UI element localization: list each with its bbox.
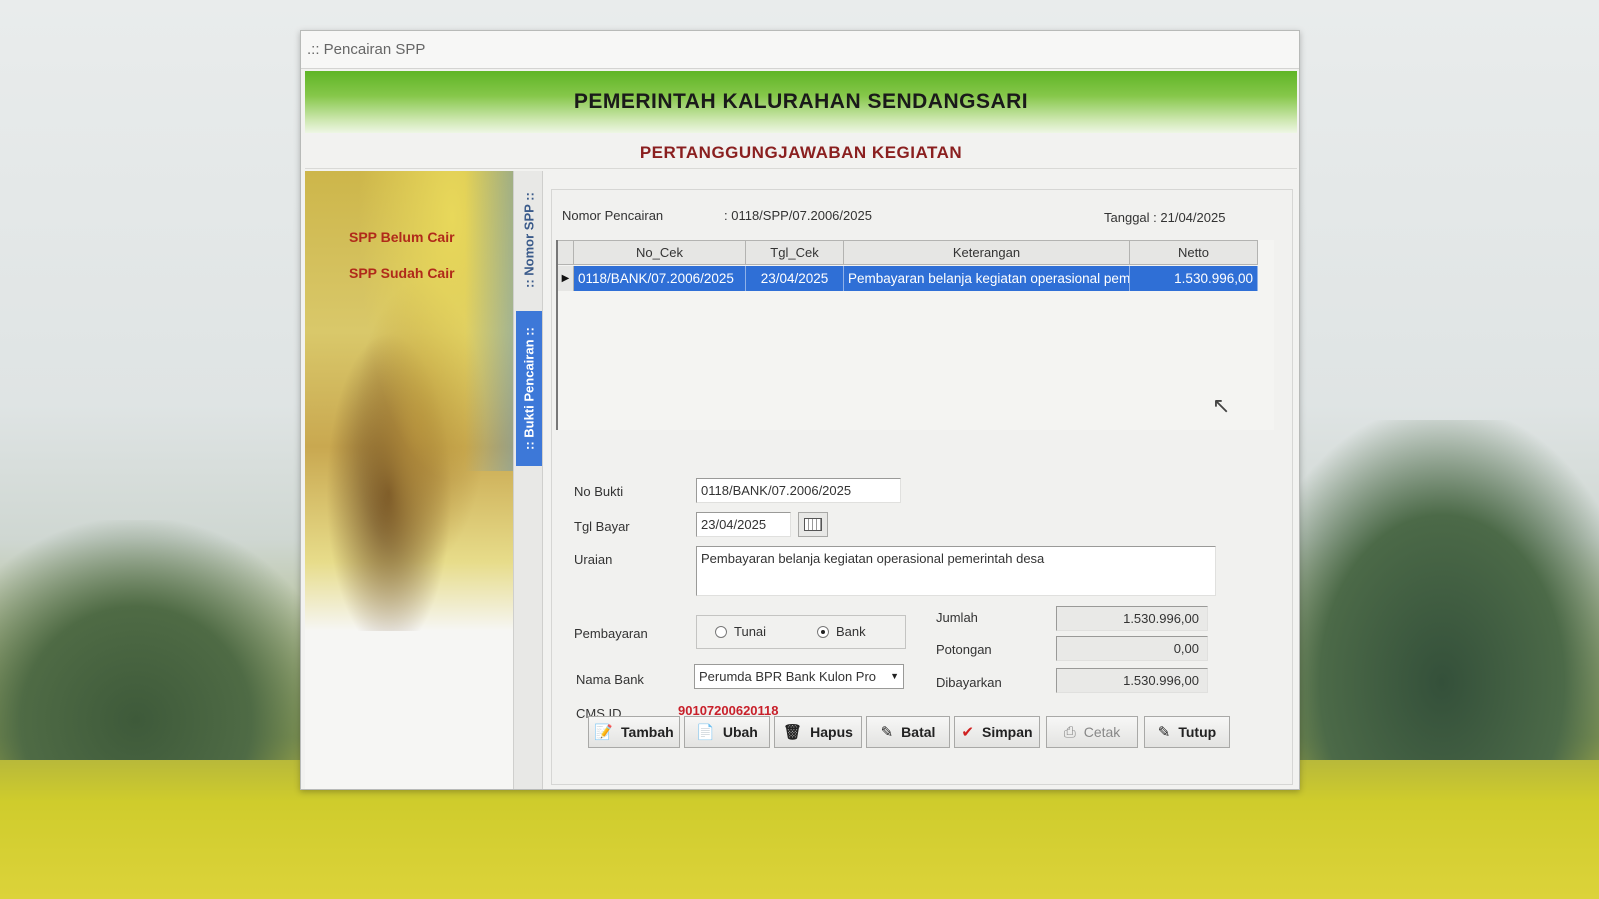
table-row[interactable]: ▶ 0118/BANK/07.2006/2025 23/04/2025 Pemb…	[558, 266, 1276, 291]
col-keterangan[interactable]: Keterangan	[844, 240, 1130, 265]
nama-bank-label: Nama Bank	[576, 672, 644, 687]
uraian-textarea[interactable]: Pembayaran belanja kegiatan operasional …	[696, 546, 1216, 596]
ubah-label: Ubah	[722, 724, 758, 740]
cek-grid[interactable]: No_Cek Tgl_Cek Keterangan Netto ▶ 0118/B…	[556, 240, 1274, 430]
radio-tunai-label: Tunai	[734, 624, 767, 639]
no-bukti-input[interactable]: 0118/BANK/07.2006/2025	[696, 478, 901, 503]
cell-keterangan[interactable]: Pembayaran belanja kegiatan operasional …	[844, 266, 1130, 291]
jumlah-label: Jumlah	[936, 610, 978, 625]
batal-button[interactable]: ✎ Batal	[866, 716, 950, 748]
col-tgl-cek[interactable]: Tgl_Cek	[746, 240, 844, 265]
chevron-down-icon: ▼	[890, 671, 899, 681]
radio-tunai[interactable]: Tunai	[715, 624, 766, 639]
spp-sudah-cair-link[interactable]: SPP Sudah Cair	[349, 265, 455, 281]
cetak-button[interactable]: ⎙ Cetak	[1046, 716, 1138, 748]
ubah-button[interactable]: 📄 Ubah	[684, 716, 770, 748]
header-banner: PEMERINTAH KALURAHAN SENDANGSARI	[305, 71, 1297, 133]
potongan-label: Potongan	[936, 642, 992, 657]
close-door-icon: ✎	[1157, 723, 1171, 741]
radio-bank[interactable]: Bank	[817, 624, 866, 639]
edit-icon: 📄	[696, 723, 715, 741]
calendar-icon	[804, 518, 822, 531]
tambah-button[interactable]: 📝 Tambah	[588, 716, 680, 748]
cancel-icon: ✎	[880, 723, 894, 741]
pencairan-spp-window: .:: Pencairan SPP PEMERINTAH KALURAHAN S…	[300, 30, 1300, 790]
simpan-button[interactable]: ✔ Simpan	[954, 716, 1040, 748]
pembayaran-label: Pembayaran	[574, 626, 648, 641]
cetak-label: Cetak	[1083, 724, 1121, 740]
tab-bukti-pencairan[interactable]: :: Bukti Pencairan ::	[516, 311, 542, 466]
radio-bank-label: Bank	[836, 624, 866, 639]
side-panel: SPP Belum Cair SPP Sudah Cair	[305, 171, 515, 789]
col-netto[interactable]: Netto	[1130, 240, 1258, 265]
printer-icon: ⎙	[1063, 723, 1076, 741]
tutup-label: Tutup	[1178, 724, 1217, 740]
checkmark-icon: ✔	[961, 723, 974, 741]
nama-bank-value: Perumda BPR Bank Kulon Pro	[699, 669, 877, 684]
delete-icon: 🗑	[783, 723, 803, 741]
tanggal-value: Tanggal : 21/04/2025	[1104, 210, 1226, 225]
hapus-label: Hapus	[810, 724, 853, 740]
mouse-pointer-icon: ↖	[1212, 394, 1231, 419]
dibayarkan-field: 1.530.996,00	[1056, 668, 1208, 693]
tgl-bayar-input[interactable]: 23/04/2025	[696, 512, 791, 537]
tutup-button[interactable]: ✎ Tutup	[1144, 716, 1230, 748]
grid-corner	[558, 240, 574, 265]
uraian-label: Uraian	[574, 552, 613, 567]
cell-netto[interactable]: 1.530.996,00	[1130, 266, 1258, 291]
simpan-label: Simpan	[982, 724, 1033, 740]
nomor-pencairan-label: Nomor Pencairan	[562, 208, 664, 223]
cell-tgl-cek[interactable]: 23/04/2025	[746, 266, 844, 291]
radio-bank-circle	[817, 625, 829, 638]
bukti-pencairan-panel: Nomor Pencairan : 0118/SPP/07.2006/2025 …	[551, 189, 1293, 785]
radio-tunai-circle	[715, 625, 727, 638]
window-title: .:: Pencairan SPP	[307, 41, 426, 58]
row-pointer-icon: ▶	[558, 266, 574, 291]
palm-trees-right	[1250, 420, 1599, 770]
banner-title: PEMERINTAH KALURAHAN SENDANGSARI	[573, 90, 1029, 113]
col-no-cek[interactable]: No_Cek	[574, 240, 746, 265]
calendar-button[interactable]	[798, 512, 828, 537]
tambah-label: Tambah	[621, 724, 674, 740]
batal-label: Batal	[901, 724, 936, 740]
dibayarkan-label: Dibayarkan	[936, 675, 1002, 690]
nama-bank-select[interactable]: Perumda BPR Bank Kulon Pro ▼	[694, 664, 904, 689]
grid-header: No_Cek Tgl_Cek Keterangan Netto	[558, 240, 1276, 265]
cell-no-cek[interactable]: 0118/BANK/07.2006/2025	[574, 266, 746, 291]
tgl-bayar-label: Tgl Bayar	[574, 519, 630, 534]
window-titlebar[interactable]: .:: Pencairan SPP	[301, 31, 1299, 69]
palm-trees-left	[0, 520, 340, 770]
jumlah-field: 1.530.996,00	[1056, 606, 1208, 631]
tab-nomor-spp[interactable]: :: Nomor SPP ::	[516, 181, 542, 299]
hapus-button[interactable]: 🗑 Hapus	[774, 716, 862, 748]
potongan-field: 0,00	[1056, 636, 1208, 661]
pembayaran-radio-group: Tunai Bank	[696, 615, 906, 649]
form-subtitle: PERTANGGUNGJAWABAN KEGIATAN	[305, 137, 1297, 169]
no-bukti-label: No Bukti	[574, 484, 624, 499]
vertical-tabs: :: Nomor SPP :: :: Bukti Pencairan ::	[513, 171, 543, 789]
add-document-icon: 📝	[594, 723, 614, 741]
spp-belum-cair-link[interactable]: SPP Belum Cair	[349, 229, 455, 245]
nomor-pencairan-value: : 0118/SPP/07.2006/2025	[724, 208, 872, 223]
